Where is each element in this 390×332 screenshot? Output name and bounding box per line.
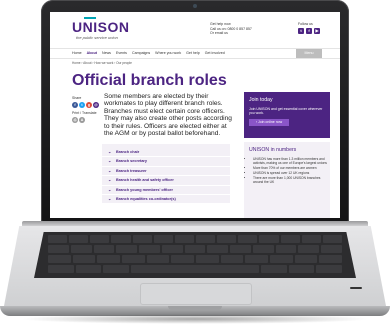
key-row [34, 255, 356, 263]
logo-tagline: the public service union [76, 35, 118, 40]
nav-about[interactable]: About [87, 50, 97, 57]
accordion-label: Branch chair [116, 150, 140, 154]
facebook-icon[interactable]: f [306, 28, 312, 34]
share-label: Share [72, 96, 82, 100]
accordion-label: Branch health and safety officer [116, 178, 174, 183]
page-title: Official branch roles [72, 72, 227, 89]
accordion-item[interactable]: ⌄ Branch secretary [102, 157, 230, 167]
share-icons: f t g @ [72, 102, 99, 108]
join-online-button[interactable]: › Join online now [249, 119, 289, 126]
nav-campaigns[interactable]: Campaigns [132, 50, 150, 57]
follow-block: Follow us t f ▶ [298, 22, 320, 34]
breadcrumb-home[interactable]: Home [72, 61, 81, 65]
join-panel: Join today Join UNISON and get essential… [244, 92, 330, 138]
breadcrumb: Home › About › How we work › Our people [72, 61, 132, 65]
numbers-title: UNISON in numbers [249, 147, 297, 153]
google-share-icon[interactable]: g [86, 102, 92, 108]
join-button-label: Join online now [258, 120, 283, 124]
print-icons: ⎙ A [72, 117, 85, 123]
intro-text: Some members are elected by their workma… [104, 93, 232, 138]
accordion-label: Branch secretary [116, 159, 148, 164]
chevron-down-icon: ⌄ [108, 177, 112, 183]
key-row [34, 235, 356, 243]
roles-accordion: ⌄ Branch chair ⌄ Branch secretary ⌄ Branch … [102, 144, 230, 205]
keyboard [34, 232, 356, 278]
nav-get-help[interactable]: Get help [186, 50, 200, 57]
trackpad [140, 283, 252, 305]
breadcrumb-how-we-work[interactable]: How we work [94, 61, 113, 65]
nav-where-you-work[interactable]: Where you work [155, 50, 181, 57]
list-item: There are more than 1,000 UNISON branche… [253, 176, 331, 184]
key-row [34, 265, 356, 273]
accordion-label: Branch equalities co-ordinator(s) [116, 196, 176, 201]
help-block: Get help now Call us on: 0800 0 857 857 … [210, 22, 252, 36]
accordion-label: Branch treasurer [116, 168, 147, 173]
chevron-down-icon: ⌄ [108, 149, 112, 154]
breadcrumb-about[interactable]: About [83, 61, 91, 65]
site-header: UNISON the public service union Get help… [50, 12, 340, 48]
status-led [350, 287, 362, 289]
list-item: UNISON is spread over 12 UK regions [253, 171, 331, 175]
nav-events[interactable]: Events [116, 50, 127, 57]
nav-news[interactable]: News [102, 50, 111, 57]
chevron-down-icon: ⌄ [108, 167, 112, 173]
accordion-item[interactable]: ⌄ Branch equalities co-ordinator(s) [102, 195, 230, 205]
breadcrumb-our-people[interactable]: Our people [116, 61, 132, 65]
email-share-icon[interactable]: @ [93, 102, 99, 108]
accordion-item[interactable]: ⌄ Branch health and safety officer [102, 176, 230, 186]
laptop-notch [168, 306, 222, 310]
nav-home[interactable]: Home [72, 50, 82, 57]
print-label: Print / Translate [72, 111, 97, 115]
translate-icon[interactable]: A [79, 117, 85, 123]
print-icon[interactable]: ⎙ [72, 117, 78, 123]
chevron-down-icon: ⌄ [108, 158, 112, 164]
join-title: Join today [249, 97, 273, 103]
laptop-shadow [20, 314, 370, 324]
webcam-icon [193, 4, 197, 8]
accordion-item[interactable]: ⌄ Branch chair [102, 148, 230, 158]
main-nav: Home About News Events Campaigns Where y… [50, 48, 340, 59]
unison-logo[interactable]: UNISON the public service union [72, 17, 130, 40]
chevron-down-icon: ⌄ [108, 186, 112, 192]
accordion-item[interactable]: ⌄ Branch young members' officer [102, 186, 230, 195]
laptop-screen: UNISON the public service union Get help… [50, 12, 340, 218]
follow-label: Follow us [298, 22, 313, 26]
menu-button[interactable]: Menu [296, 49, 322, 58]
logo-accent [84, 17, 96, 19]
numbers-panel: UNISON in numbers UNISON has more than 1… [244, 142, 330, 218]
accordion-item[interactable]: ⌄ Branch treasurer [102, 167, 230, 177]
chevron-down-icon: ⌄ [108, 195, 112, 201]
list-item: UNISON has more than 1.3 million members… [253, 157, 331, 165]
numbers-list: UNISON has more than 1.3 million members… [249, 157, 331, 185]
help-email[interactable]: Or email us [210, 31, 252, 36]
facebook-share-icon[interactable]: f [72, 102, 78, 108]
logo-text: UNISON [72, 19, 130, 35]
accordion-label: Branch young members' officer [116, 187, 174, 192]
twitter-icon[interactable]: t [298, 28, 304, 34]
laptop-hinge [22, 221, 368, 226]
nav-get-involved[interactable]: Get involved [205, 50, 225, 57]
youtube-icon[interactable]: ▶ [314, 28, 320, 34]
twitter-share-icon[interactable]: t [79, 102, 85, 108]
join-text: Join UNISON and get essential cover wher… [249, 107, 323, 116]
list-item: More than 70% of our members are women [253, 166, 331, 170]
key-row [34, 245, 356, 253]
